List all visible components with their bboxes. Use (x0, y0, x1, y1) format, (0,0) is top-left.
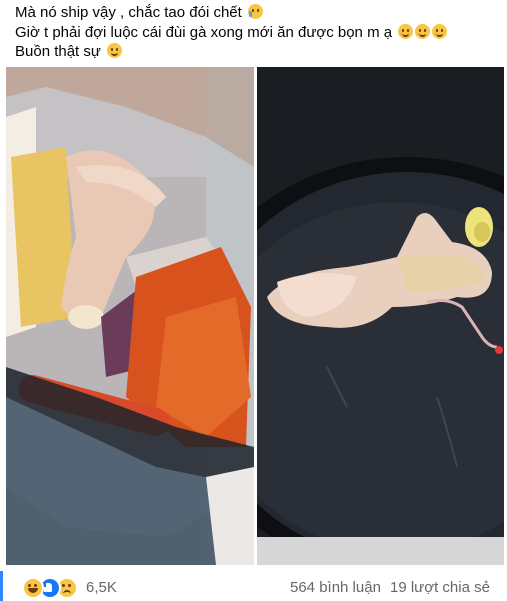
crying-face-icon (247, 4, 263, 19)
reaction-icons[interactable] (22, 577, 78, 599)
photo-raw-chicken-image (6, 67, 254, 565)
photo-chicken-pot-image (257, 67, 504, 565)
smiling-face-icon (398, 23, 414, 39)
photo-chicken-leg-in-pot[interactable] (257, 67, 504, 565)
post-line-1-text: Mà nó ship vậy , chắc tao đói chết (15, 4, 242, 21)
reaction-count[interactable]: 6,5K (86, 579, 117, 596)
post-line-3-text: Buồn thật sự (15, 43, 101, 60)
post-line-2: Giờ t phải đợi luộc cái đùi gà xong mới … (15, 23, 495, 43)
haha-reaction-icon[interactable] (22, 577, 44, 599)
slightly-smiling-face-icon (107, 43, 123, 58)
photo-raw-chicken-in-bag[interactable] (6, 67, 254, 565)
smiling-face-icon (415, 23, 431, 39)
shares-count[interactable]: 19 lượt chia sẻ (390, 579, 490, 596)
photo-grid (6, 67, 504, 565)
smiling-face-icon (432, 23, 448, 39)
post-text: Mà nó ship vậy , chắc tao đói chết Giờ t… (15, 3, 495, 62)
post-line-3: Buồn thật sự (15, 42, 495, 62)
post-line-1: Mà nó ship vậy , chắc tao đói chết (15, 3, 495, 23)
post-line-2-text: Giờ t phải đợi luộc cái đùi gà xong mới … (15, 23, 393, 41)
comments-count[interactable]: 564 bình luận (290, 579, 381, 596)
post-footer: 6,5K 564 bình luận 19 lượt chia sẻ (0, 571, 507, 601)
